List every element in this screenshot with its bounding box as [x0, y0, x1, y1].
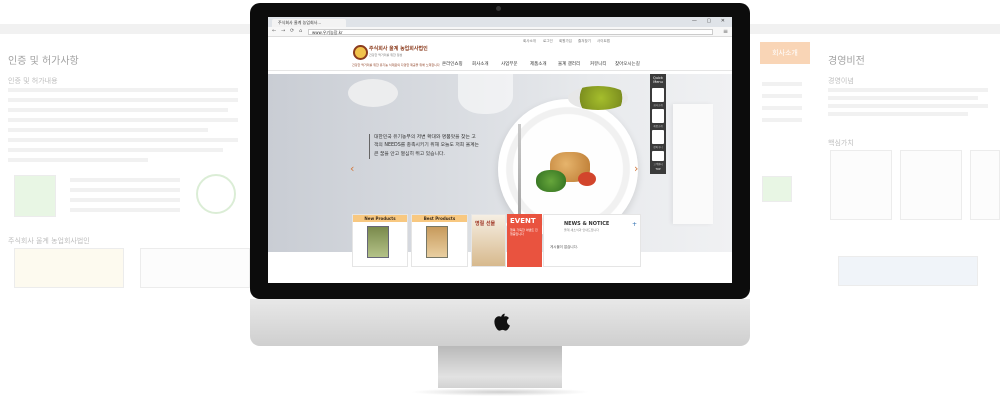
- news-subtitle: 울계 새소식과 안내드립니다: [564, 228, 600, 232]
- hero-text: 대한민국 유기농부의 저변 확대와 명품맛을 찾는 고객의 NEEDS를 충족시…: [369, 134, 479, 159]
- util-link-about[interactable]: 회사소개: [523, 39, 536, 44]
- best-products-card[interactable]: Best Products: [411, 214, 468, 267]
- value-card-2: [900, 150, 962, 220]
- news-notice-box: NEWS & NOTICE 울계 새소식과 안내드립니다 + 게시물이 없습니다…: [543, 214, 641, 267]
- quick-item-about[interactable]: [652, 88, 664, 102]
- organic-badge: [14, 175, 56, 217]
- util-link-join[interactable]: 회원가입: [559, 39, 572, 44]
- nav-business[interactable]: 사업부문: [501, 61, 518, 67]
- hero-next-arrow[interactable]: ›: [634, 162, 638, 175]
- camera-dot: [496, 6, 501, 11]
- util-link-bookmark[interactable]: 즐겨찾기: [578, 39, 591, 44]
- logo-icon[interactable]: [353, 45, 368, 60]
- quick-label-cart: 장바구니: [653, 146, 663, 149]
- reload-icon[interactable]: ⟳: [290, 28, 294, 34]
- organic-badge-right: [762, 176, 792, 202]
- event-banner[interactable]: EVENT 행복 가득한 이벤트 진행중입니다: [507, 214, 542, 267]
- imac-screen: 주식회사 울계 농업회사... — ▢ ✕ ← → ⟳ ⌂ www.우기농장.k…: [268, 17, 732, 283]
- window-controls[interactable]: — ▢ ✕: [692, 18, 729, 24]
- cert-seal: [196, 174, 236, 214]
- util-link-login[interactable]: 로그인: [543, 39, 553, 44]
- glass-image: [458, 74, 513, 114]
- browser-menu-icon[interactable]: ≡: [723, 28, 728, 35]
- nav-products[interactable]: 제품소개: [530, 61, 547, 67]
- building-photo: [838, 256, 978, 286]
- browser-tabbar: 주식회사 울계 농업회사... — ▢ ✕: [268, 17, 732, 27]
- best-products-title: Best Products: [412, 215, 467, 222]
- best-package-image: [426, 226, 448, 258]
- quick-label-products: 제품소개: [653, 125, 663, 128]
- news-more-button[interactable]: +: [632, 221, 637, 228]
- home-icon[interactable]: ⌂: [299, 28, 302, 34]
- promo-title: 명절 선물: [475, 221, 496, 227]
- bg-right-section1: 경영이념: [828, 77, 854, 85]
- header-divider: [268, 70, 732, 71]
- news-title[interactable]: NEWS & NOTICE: [564, 221, 609, 227]
- news-empty-message: 게시물이 없습니다.: [550, 245, 578, 249]
- quick-menu: Quick Menu 회사소개 제품소개 장바구니 고객센터 TOP: [650, 74, 666, 174]
- background-right-page: 회사소개 경영비전 경영이념 핵심가치: [748, 0, 1000, 290]
- new-products-title: New Products: [353, 215, 407, 222]
- browser-tab[interactable]: 주식회사 울계 농업회사...: [272, 19, 346, 27]
- certificate-image: [14, 248, 124, 288]
- forward-icon[interactable]: →: [281, 28, 285, 34]
- quick-item-products[interactable]: [652, 109, 664, 123]
- quick-menu-title: Quick Menu: [653, 76, 663, 84]
- browser-navbar: ← → ⟳ ⌂ www.우기농장.kr ≡: [268, 27, 732, 37]
- quick-top-button[interactable]: TOP: [650, 168, 666, 171]
- bg-left-section1: 인증 및 허가내용: [8, 77, 58, 85]
- nav-online-shop[interactable]: 온라인쇼핑: [442, 61, 463, 67]
- logo-name[interactable]: 주식회사 울계 농업회사법인: [369, 45, 428, 52]
- hero-prev-arrow[interactable]: ‹: [350, 162, 354, 175]
- tomato-image: [578, 172, 596, 186]
- apple-logo-icon: [494, 313, 510, 331]
- quick-label-cs: 고객센터: [653, 163, 663, 166]
- url-bar[interactable]: www.우기농장.kr: [308, 29, 713, 35]
- bg-left-section2: 주식회사 울계 농업회사법인: [8, 237, 90, 245]
- value-card-1: [830, 150, 892, 220]
- stage: 인증 및 허가사항 인증 및 허가내용 주식회사 울계 농업회사법인 회사소개 …: [0, 0, 1000, 400]
- promo-banner[interactable]: 명절 선물: [471, 214, 506, 267]
- tagline: 건강한 먹거리를 위한 유기농 식재료의 다양한 제공을 위해 노력합니다: [352, 63, 440, 67]
- quick-item-cart[interactable]: [652, 130, 664, 144]
- event-title: EVENT: [510, 217, 536, 225]
- product-package-image: [367, 226, 389, 258]
- background-left-page: 인증 및 허가사항 인증 및 허가내용 주식회사 울계 농업회사법인: [0, 0, 260, 290]
- value-card-3: [970, 150, 1000, 220]
- imac-stand: [438, 346, 562, 390]
- cup-image: [348, 79, 398, 107]
- logo-sub: 건강한 먹거리를 위한 정성: [369, 53, 403, 57]
- bg-left-title: 인증 및 허가사항: [8, 56, 79, 67]
- bg-right-section2: 핵심가치: [828, 139, 854, 147]
- salad-image: [536, 170, 566, 192]
- bg-right-title: 경영비전: [828, 56, 865, 67]
- napkin-image: [673, 104, 713, 224]
- stand-shadow: [410, 388, 590, 396]
- new-products-card[interactable]: New Products: [352, 214, 408, 267]
- bg-right-button: 회사소개: [760, 42, 810, 64]
- nav-directions[interactable]: 찾아오시는길: [615, 61, 640, 67]
- quick-label-about: 회사소개: [653, 104, 663, 107]
- back-icon[interactable]: ←: [272, 28, 276, 34]
- sauce-boat-image: [568, 86, 628, 110]
- event-subtitle: 행복 가득한 이벤트 진행중입니다: [510, 228, 538, 236]
- nav-about[interactable]: 회사소개: [472, 61, 489, 67]
- quick-item-cs[interactable]: [652, 151, 664, 161]
- util-link-sitemap[interactable]: 사이트맵: [597, 39, 610, 44]
- nav-gallery[interactable]: 울계 갤러리: [558, 61, 580, 67]
- certificate-image-2: [140, 248, 250, 288]
- nav-community[interactable]: 커뮤니티: [590, 61, 607, 67]
